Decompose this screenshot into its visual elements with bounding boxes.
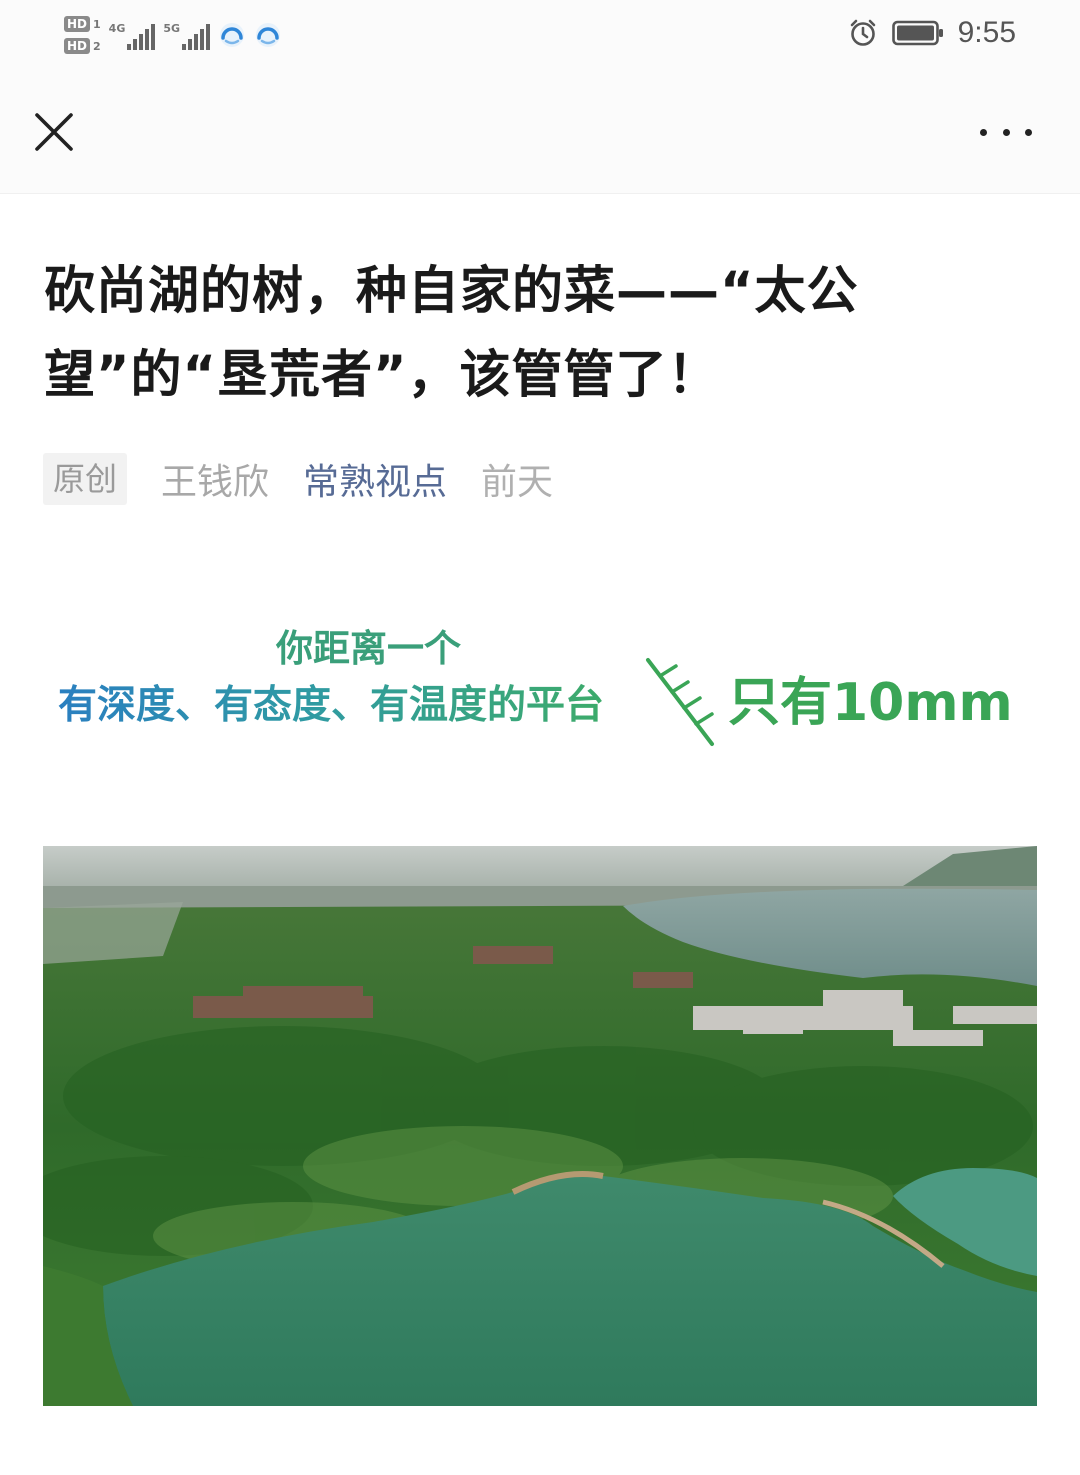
hd-badge: HD	[64, 38, 91, 54]
account-name-link[interactable]: 常熟视点	[303, 453, 447, 505]
hd-indicator-2: HD 2	[64, 38, 101, 54]
article-meta: 原创 王钱欣 常熟视点 前天	[43, 452, 553, 506]
more-dot	[1002, 128, 1010, 136]
aerial-lake-forest-image	[43, 846, 1037, 1406]
close-icon	[35, 113, 73, 151]
status-left: HD 1 HD 2 4G 5G	[64, 8, 282, 62]
promo-banner: 你距离一个 有深度、有态度、有温度的平台 只有10mm	[0, 600, 1080, 760]
hd-sim-number: 2	[93, 39, 101, 53]
status-bar: HD 1 HD 2 4G 5G 9:55	[0, 0, 1080, 70]
app-notification-icon	[256, 23, 281, 47]
hd-indicators: HD 1 HD 2	[64, 16, 101, 54]
network-type-label: 5G	[163, 22, 181, 35]
hd-badge: HD	[64, 16, 91, 32]
more-dot	[1025, 128, 1032, 136]
signal-bars-icon	[127, 24, 156, 50]
article-photo	[43, 846, 1037, 1406]
signal-bars-icon	[182, 24, 211, 50]
network-type-label: 4G	[108, 22, 126, 35]
more-options-button[interactable]	[980, 120, 1032, 144]
author-name: 王钱欣	[161, 462, 270, 503]
battery-icon	[891, 20, 943, 46]
ruler-icon	[646, 658, 714, 746]
article-title: 砍尚湖的树，种自家的菜——“太公望”的“垦荒者”，该管管了！	[44, 262, 859, 405]
alarm-icon	[850, 19, 875, 46]
status-right: 9:55	[848, 16, 1016, 50]
banner-text-line1: 你距离一个	[276, 627, 461, 670]
original-tag: 原创	[43, 453, 128, 505]
more-dot	[980, 128, 987, 136]
status-time: 9:55	[957, 16, 1016, 49]
top-navigation-bar	[0, 70, 1080, 194]
publish-date: 前天	[481, 462, 554, 503]
hd-sim-number: 1	[93, 17, 101, 31]
banner-text-line2: 有深度、有态度、有温度的平台	[58, 674, 604, 730]
banner-slogan: 只有10mm	[728, 673, 1013, 733]
signal-sim1: 4G	[109, 20, 156, 50]
signal-sim2: 5G	[163, 20, 211, 50]
app-notification-icon	[220, 23, 245, 47]
close-button[interactable]	[30, 108, 78, 156]
hd-indicator-1: HD 1	[64, 16, 101, 32]
